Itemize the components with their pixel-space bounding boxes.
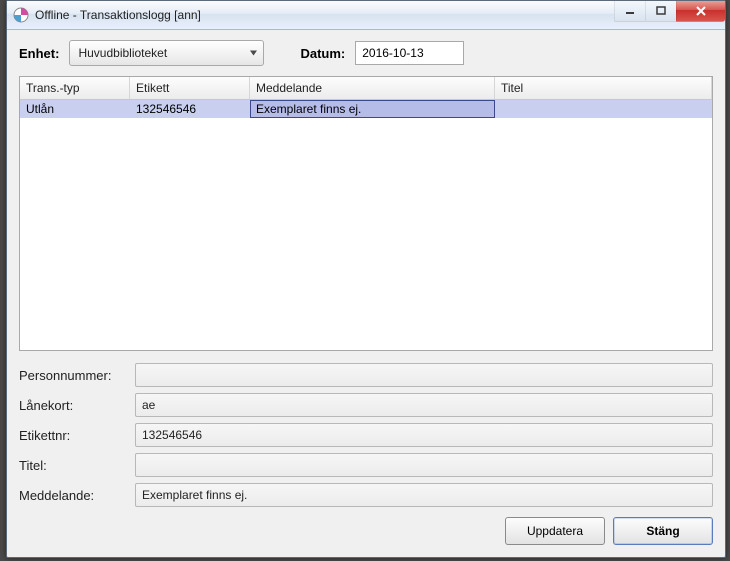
date-label: Datum: bbox=[300, 46, 345, 61]
close-button[interactable] bbox=[676, 1, 725, 22]
card-label: Lånekort: bbox=[19, 398, 129, 413]
message-label: Meddelande: bbox=[19, 488, 129, 503]
col-header-type[interactable]: Trans.-typ bbox=[20, 77, 130, 99]
table-body: Utlån 132546546 Exemplaret finns ej. bbox=[20, 100, 712, 350]
col-header-label[interactable]: Etikett bbox=[130, 77, 250, 99]
date-input[interactable] bbox=[355, 41, 464, 65]
maximize-button[interactable] bbox=[645, 1, 676, 22]
chevron-down-icon bbox=[250, 51, 257, 56]
labelno-label: Etikettnr: bbox=[19, 428, 129, 443]
cell-type: Utlån bbox=[20, 100, 130, 118]
update-button[interactable]: Uppdatera bbox=[505, 517, 605, 545]
title-label: Titel: bbox=[19, 458, 129, 473]
person-label: Personnummer: bbox=[19, 368, 129, 383]
person-value bbox=[135, 363, 713, 387]
cell-message: Exemplaret finns ej. bbox=[250, 100, 495, 118]
unit-dropdown[interactable]: Huvudbiblioteket bbox=[69, 40, 264, 66]
transaction-table: Trans.-typ Etikett Meddelande Titel Utlå… bbox=[19, 76, 713, 351]
window-title: Offline - Transaktionslogg [ann] bbox=[35, 8, 201, 22]
table-row[interactable]: Utlån 132546546 Exemplaret finns ej. bbox=[20, 100, 712, 118]
footer-buttons: Uppdatera Stäng bbox=[19, 517, 713, 545]
app-window: Offline - Transaktionslogg [ann] Enhet: … bbox=[6, 0, 726, 558]
cell-label: 132546546 bbox=[130, 100, 250, 118]
table-header: Trans.-typ Etikett Meddelande Titel bbox=[20, 77, 712, 100]
col-header-title[interactable]: Titel bbox=[495, 77, 712, 99]
unit-label: Enhet: bbox=[19, 46, 59, 61]
details-panel: Personnummer: Lånekort: ae Etikettnr: 13… bbox=[19, 363, 713, 507]
col-header-message[interactable]: Meddelande bbox=[250, 77, 495, 99]
app-icon bbox=[13, 7, 29, 23]
content-area: Enhet: Huvudbiblioteket Datum: Trans.-ty… bbox=[7, 30, 725, 557]
window-controls bbox=[614, 1, 725, 21]
filter-toolbar: Enhet: Huvudbiblioteket Datum: bbox=[19, 40, 713, 66]
title-bar[interactable]: Offline - Transaktionslogg [ann] bbox=[7, 1, 725, 30]
title-value bbox=[135, 453, 713, 477]
maximize-icon bbox=[656, 6, 666, 16]
message-value: Exemplaret finns ej. bbox=[135, 483, 713, 507]
cell-title bbox=[495, 100, 712, 118]
labelno-value: 132546546 bbox=[135, 423, 713, 447]
minimize-icon bbox=[625, 6, 635, 16]
close-dialog-button[interactable]: Stäng bbox=[613, 517, 713, 545]
unit-dropdown-value: Huvudbiblioteket bbox=[78, 46, 167, 60]
card-value: ae bbox=[135, 393, 713, 417]
minimize-button[interactable] bbox=[614, 1, 645, 22]
close-icon bbox=[695, 5, 707, 17]
